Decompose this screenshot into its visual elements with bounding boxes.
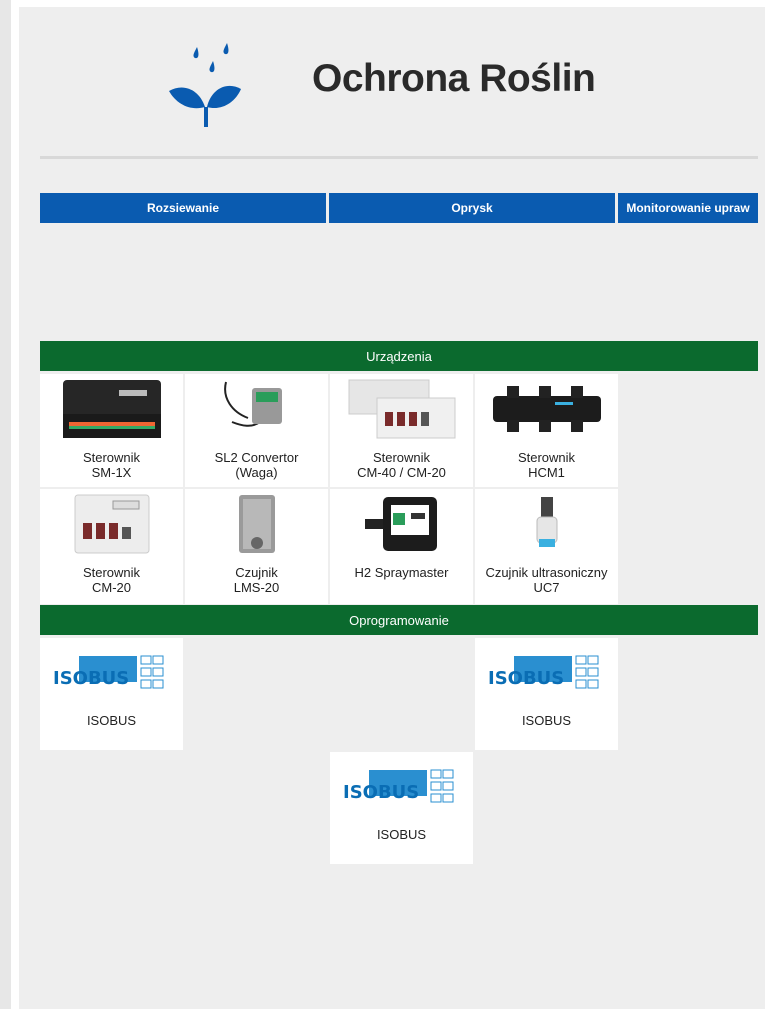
- device-model: CM-40 / CM-20: [357, 465, 446, 480]
- controller-sm1x-image: [40, 374, 183, 444]
- device-name: SL2 Convertor: [214, 450, 299, 465]
- left-gap: [11, 0, 19, 1009]
- device-name: Czujnik: [235, 565, 278, 580]
- software-card-isobus-1[interactable]: ISOBUS ISOBUS: [40, 638, 183, 750]
- device-model: HCM1: [528, 465, 565, 480]
- controller-cm20-image: [40, 489, 183, 559]
- plant-drops-icon: [169, 43, 241, 127]
- device-card-lms20[interactable]: Czujnik LMS-20: [185, 489, 328, 604]
- software-label: ISOBUS: [86, 713, 137, 728]
- sl2-convertor-image: [185, 374, 328, 444]
- device-card-uc7[interactable]: Czujnik ultrasoniczny UC7: [475, 489, 618, 604]
- devices-section-header: Urządzenia: [40, 341, 758, 371]
- sensor-lms20-image: [185, 489, 328, 559]
- controller-hcm1-image: [475, 374, 618, 444]
- software-card-isobus-3[interactable]: ISOBUS ISOBUS: [330, 752, 473, 864]
- isobus-logo: ISOBUS: [330, 764, 473, 812]
- device-card-h2[interactable]: H2 Spraymaster: [330, 489, 473, 604]
- isobus-logo-text: ISOBUS: [488, 668, 564, 689]
- device-model: UC7: [533, 580, 560, 595]
- device-model: CM-20: [91, 580, 131, 595]
- category-tabs: Rozsiewanie Oprysk Monitorowanie upraw: [40, 193, 758, 223]
- isobus-logo: ISOBUS: [475, 650, 618, 698]
- isobus-logo: ISOBUS: [40, 650, 183, 698]
- tab-label: Monitorowanie upraw: [626, 201, 750, 215]
- device-card-cm40[interactable]: Sterownik CM-40 / CM-20: [330, 374, 473, 487]
- device-name: Sterownik: [82, 450, 141, 465]
- tab-monitorowanie[interactable]: Monitorowanie upraw: [618, 193, 758, 223]
- device-name: Sterownik: [372, 450, 431, 465]
- software-section-header: Oprogramowanie: [40, 605, 758, 635]
- isobus-logo-text: ISOBUS: [53, 668, 129, 689]
- content-area: Ochrona Roślin Rozsiewanie Oprysk Monito…: [19, 7, 765, 1009]
- page-header: Ochrona Roślin: [19, 7, 765, 157]
- isobus-logo-text: ISOBUS: [343, 782, 419, 803]
- tab-oprysk[interactable]: Oprysk: [329, 193, 615, 223]
- section-title: Oprogramowanie: [349, 612, 449, 628]
- divider: [40, 156, 758, 159]
- software-label: ISOBUS: [376, 827, 427, 842]
- device-name: H2 Spraymaster: [354, 565, 449, 580]
- device-name: Sterownik: [82, 565, 141, 580]
- tab-label: Rozsiewanie: [146, 201, 220, 215]
- device-model: (Waga): [235, 465, 278, 480]
- ultrasonic-sensor-image: [475, 489, 618, 559]
- h2-spraymaster-image: [330, 489, 473, 559]
- device-model: LMS-20: [233, 580, 280, 595]
- left-edge: [0, 0, 11, 1009]
- software-card-isobus-2[interactable]: ISOBUS ISOBUS: [475, 638, 618, 750]
- controller-cm40-image: [330, 374, 473, 444]
- device-card-cm20[interactable]: Sterownik CM-20: [40, 489, 183, 604]
- device-name: Sterownik: [517, 450, 576, 465]
- device-card-sm1x[interactable]: Sterownik SM-1X: [40, 374, 183, 487]
- tab-rozsiewanie[interactable]: Rozsiewanie: [40, 193, 326, 223]
- page-title: Ochrona Roślin: [312, 57, 596, 100]
- device-model: SM-1X: [91, 465, 132, 480]
- device-card-hcm1[interactable]: Sterownik HCM1: [475, 374, 618, 487]
- software-label: ISOBUS: [521, 713, 572, 728]
- device-name: Czujnik ultrasoniczny: [485, 565, 608, 580]
- tab-label: Oprysk: [451, 201, 493, 215]
- device-card-sl2[interactable]: SL2 Convertor (Waga): [185, 374, 328, 487]
- section-title: Urządzenia: [366, 348, 432, 364]
